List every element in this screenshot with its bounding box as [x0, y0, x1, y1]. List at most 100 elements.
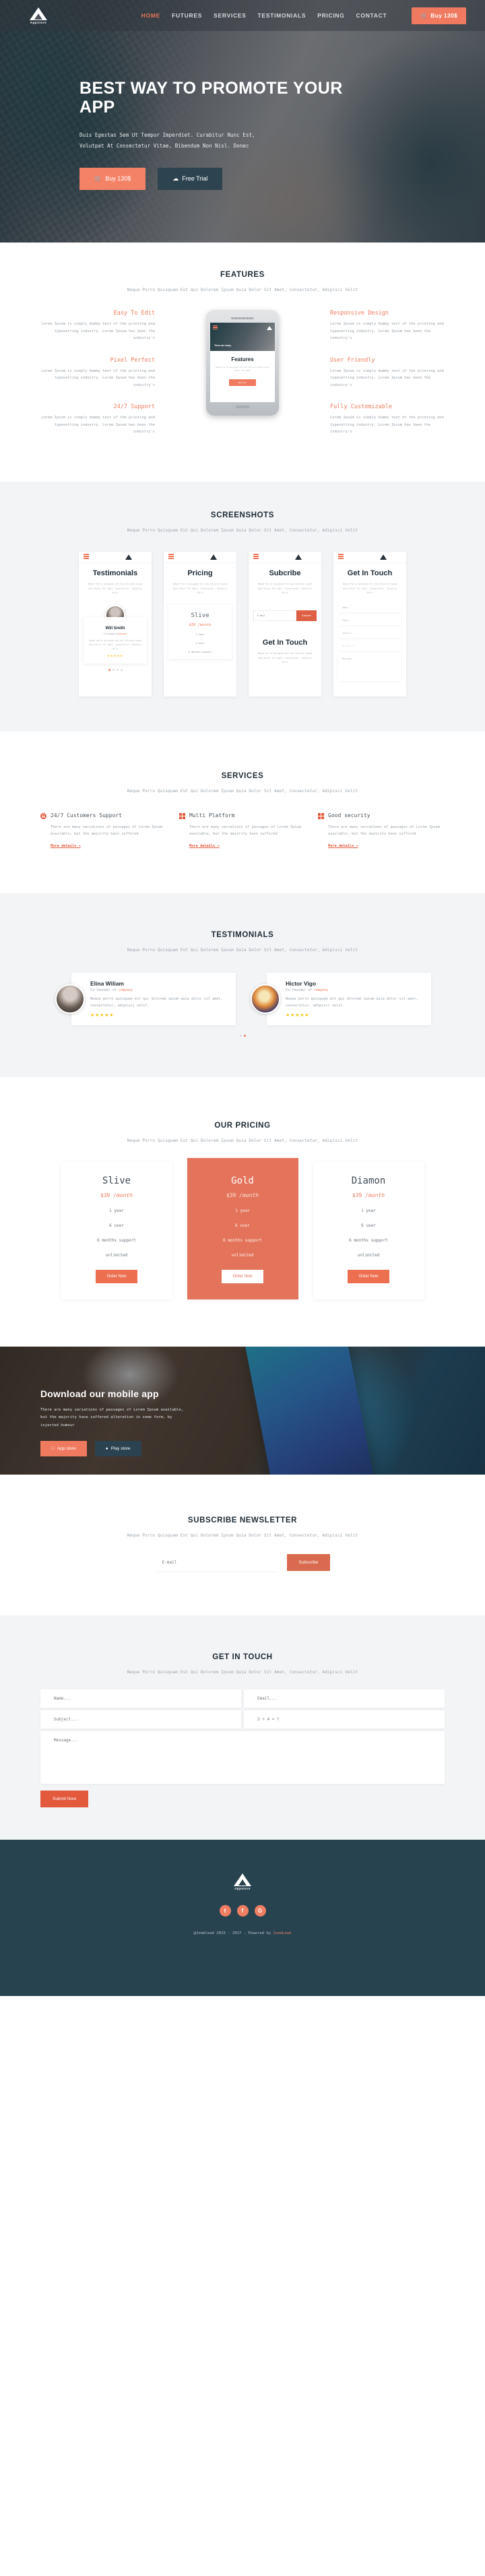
testimonials-carousel-dots[interactable] [0, 1034, 485, 1037]
plan-name: Gold [231, 1175, 254, 1186]
screenshot-card-testimonials[interactable]: Testimonials Neque Porro Quisquam Est Qu… [79, 551, 152, 697]
hero-buy-label: Buy 130$ [105, 175, 131, 183]
hamburger-menu-icon[interactable] [253, 554, 259, 560]
contact-mini-email-field[interactable]: Email... [338, 615, 401, 625]
features-subtitle: Neque Porro Quisquam Est Qui Dolorem Ips… [127, 288, 358, 292]
contact-form: Submit Now [40, 1689, 445, 1807]
grid-icon [179, 812, 185, 819]
hamburger-menu-icon[interactable] [213, 325, 218, 330]
carousel-dot[interactable] [112, 668, 115, 671]
pricing-title: OUR PRICING [214, 1121, 271, 1130]
phone-buy-button[interactable]: Buy Now [229, 379, 256, 386]
contact-mini-captcha-field[interactable]: 3 + 4 = ? [338, 641, 401, 651]
screenshot-card-pricing[interactable]: Pricing Neque Porro Quisquam Est Qui Dol… [164, 551, 236, 697]
footer-brand-logo[interactable]: Appstore [234, 1873, 251, 1890]
services-title: SERVICES [221, 771, 264, 780]
pricing-card-gold: Gold $39 /month 1 year 6 user 6 months s… [187, 1157, 298, 1299]
carousel-dot[interactable] [120, 668, 123, 671]
testimonial-quote: Neque porro quisquam est qui dolorem ips… [88, 639, 142, 651]
screenshots-carousel[interactable]: Testimonials Neque Porro Quisquam Est Qu… [40, 551, 445, 697]
nav-item-futures[interactable]: FUTURES [172, 12, 202, 19]
service-head: Good security [318, 812, 443, 820]
features-row: Easy To Edit Lorem Ipsum is simply dummy… [40, 310, 445, 451]
service-head: 24/7 Customers Support [40, 812, 166, 820]
hamburger-menu-icon[interactable] [84, 554, 89, 560]
screenshots-subtitle: Neque Porro Quisquam Est Qui Dolorem Ips… [127, 527, 358, 533]
screenshots-title: SCREENSHOTS [210, 511, 275, 519]
rating-stars: ★★★★★ [90, 1012, 115, 1018]
carousel-dot[interactable] [116, 668, 119, 671]
contact-mini-subject-field[interactable]: Subject... [338, 628, 401, 638]
service-more-details-link[interactable]: More details → [328, 844, 358, 848]
role-company: company [314, 988, 329, 992]
logo-triangle-icon [295, 554, 302, 560]
contact-mini-message-field[interactable]: Message... [338, 653, 401, 681]
plan-order-button[interactable]: Order Now [96, 1269, 137, 1283]
carousel-dot[interactable] [239, 1034, 242, 1037]
carousel-dot[interactable] [243, 1034, 246, 1037]
feature-item: Responsive Design Lorem Ipsum is simply … [330, 310, 445, 342]
hero-free-trial-button[interactable]: ☁ Free Trial [158, 167, 223, 190]
screenshot-paragraph-2: Neque Porro Quisquam Est Qui Dolorem Ips… [257, 651, 313, 664]
facebook-glyph: f [241, 1907, 244, 1914]
contact-message-textarea[interactable] [40, 1731, 445, 1784]
newsletter-form: Subscribe [0, 1553, 485, 1571]
logo-triangle-icon [380, 554, 387, 560]
nav-item-testimonials[interactable]: TESTIMONIALS [258, 12, 306, 19]
testimonials-row: Elina Wiliam Co-founder of company Neque… [40, 972, 445, 1025]
feature-title: User Friendly [330, 356, 375, 364]
testimonial-card: Elina Wiliam Co-founder of company Neque… [55, 972, 236, 1025]
hamburger-menu-icon[interactable] [168, 554, 174, 560]
subscribe-button[interactable]: Subscribe [296, 610, 317, 621]
screenshots-section: SCREENSHOTS Neque Porro Quisquam Est Qui… [0, 481, 485, 732]
plan-order-button[interactable]: Order Now [348, 1269, 389, 1283]
nav-item-pricing[interactable]: PRICING [317, 12, 344, 19]
service-more-details-link[interactable]: More details → [189, 844, 220, 848]
newsletter-subscribe-button[interactable]: Subscribe [286, 1553, 331, 1571]
screenshot-heading: Testimonials [92, 569, 138, 577]
contact-email-input[interactable] [244, 1689, 445, 1708]
nav-buy-button[interactable]: 🛒 Buy 130$ [412, 7, 466, 24]
plan-feature: 1 year [235, 1208, 250, 1213]
screenshot-card-contact[interactable]: Get In Touch Neque Porro Quisquam Est Qu… [333, 551, 406, 697]
feature-text: Lorem Ipsum is simply dummy text of the … [41, 416, 155, 434]
hero-buttons: 🛒 Buy 130$ ☁ Free Trial [79, 167, 350, 190]
role-prefix: Co-founder of [286, 988, 315, 992]
nav-item-contact[interactable]: CONTACT [356, 12, 387, 19]
carousel-dots[interactable] [79, 668, 152, 671]
hero-content: BEST WAY TO PROMOTE YOUR APP Duis Egesta… [0, 31, 350, 190]
screenshot-heading: Pricing [187, 569, 213, 577]
service-more-details-link[interactable]: More details → [51, 844, 81, 848]
facebook-icon[interactable]: f [236, 1904, 249, 1917]
contact-submit-button[interactable]: Submit Now [40, 1790, 89, 1807]
copyright-link[interactable]: JoomLead [273, 1931, 291, 1935]
newsletter-email-input[interactable] [154, 1553, 278, 1571]
download-content: Download our mobile app There are many v… [0, 1347, 222, 1456]
contact-name-input[interactable] [40, 1689, 241, 1708]
app-store-button[interactable]:  App store [40, 1440, 87, 1456]
nav-item-services[interactable]: SERVICES [214, 12, 246, 19]
phone-screen: There are many Features Neque Porro Quis… [210, 323, 275, 402]
plan-price: $39 /month [61, 1192, 172, 1198]
plan-feature: 1 year [109, 1208, 124, 1213]
contact-captcha-input[interactable] [244, 1710, 445, 1729]
feature-title: 24/7 Support [113, 404, 155, 411]
nav-item-home[interactable]: HOME [141, 12, 160, 19]
plan-order-button[interactable]: Order Now [222, 1269, 263, 1283]
screenshot-card-subscribe[interactable]: Subcribe Neque Porro Quisquam Est Qui Do… [249, 551, 321, 697]
twitter-icon[interactable]: t [219, 1904, 231, 1917]
hero-buy-button[interactable]: 🛒 Buy 130$ [79, 167, 146, 190]
brand-logo[interactable]: Appstore [19, 7, 58, 24]
google-plus-icon[interactable]: G [254, 1904, 266, 1917]
carousel-dot[interactable] [108, 668, 110, 671]
contact-mini-name-field[interactable]: Name... [338, 602, 401, 612]
contact-subject-input[interactable] [40, 1710, 241, 1729]
cloud-download-icon: ☁ [172, 174, 179, 182]
testimonials-section: TESTIMONIALS Neque Porro Quisquam Est Qu… [0, 893, 485, 1077]
play-store-button[interactable]: ● Play store [94, 1440, 141, 1456]
hamburger-menu-icon[interactable] [338, 554, 344, 560]
subscribe-email-input[interactable] [253, 610, 296, 621]
copyright-text: @Joomlead 2015 - 2017 . Powered by [193, 1931, 273, 1935]
cart-icon: 🛒 [94, 174, 102, 182]
contact-title: GET IN TOUCH [212, 1652, 273, 1661]
